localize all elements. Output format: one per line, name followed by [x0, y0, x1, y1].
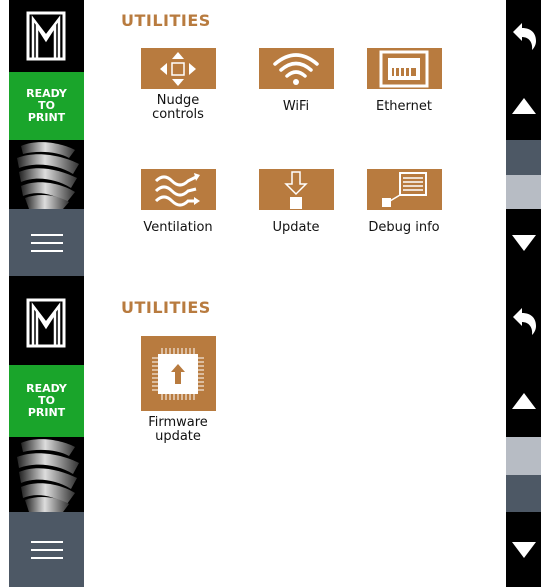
- debug-screen-icon: [382, 171, 427, 207]
- tile-icon-box: [258, 169, 334, 210]
- scroll-down-button[interactable]: [506, 512, 541, 587]
- tile-icon-box: [366, 169, 442, 210]
- menu-button[interactable]: [9, 512, 84, 587]
- print-thumbnail[interactable]: [9, 437, 84, 512]
- tile-ethernet[interactable]: Ethernet: [349, 48, 459, 114]
- air-waves-icon: [154, 172, 200, 206]
- logo-icon: [26, 11, 66, 61]
- scroll-down-button[interactable]: [506, 209, 541, 276]
- utilities-screen-1: READY TO PRINT UTILITIES Nudge controls …: [0, 0, 541, 276]
- triangle-up-icon: [511, 393, 536, 409]
- tile-update[interactable]: Update: [241, 169, 351, 235]
- hamburger-icon: [30, 540, 63, 559]
- logo: [9, 276, 84, 365]
- tile-label: Ethernet: [376, 99, 432, 114]
- wifi-icon: [273, 52, 319, 85]
- tile-icon-box: [258, 48, 334, 89]
- back-arrow-icon: [512, 23, 536, 50]
- nudge-arrows-icon: [160, 51, 196, 86]
- left-sidebar: READY TO PRINT: [9, 276, 84, 587]
- scroll-up-button[interactable]: [506, 72, 541, 140]
- ethernet-port-icon: [379, 50, 429, 87]
- triangle-down-icon: [511, 234, 536, 251]
- tile-label: Firmware update: [148, 415, 208, 444]
- tile-ventilation[interactable]: Ventilation: [123, 169, 233, 235]
- scrollbar-thumb[interactable]: [506, 437, 541, 475]
- right-nav: [506, 276, 541, 587]
- tile-nudge-controls[interactable]: Nudge controls: [123, 48, 233, 122]
- left-sidebar: READY TO PRINT: [9, 0, 84, 276]
- triangle-down-icon: [511, 541, 536, 558]
- right-nav: [506, 0, 541, 276]
- tile-label: Update: [272, 220, 320, 235]
- twisted-vase-icon: [17, 439, 79, 512]
- firmware-chip-icon: [152, 347, 204, 400]
- scroll-up-button[interactable]: [506, 365, 541, 437]
- download-update-icon: [284, 170, 308, 209]
- back-button[interactable]: [506, 0, 541, 72]
- tile-wifi[interactable]: WiFi: [241, 48, 351, 114]
- tile-label: Debug info: [368, 220, 440, 235]
- page-title: UTILITIES: [121, 298, 211, 317]
- logo-icon: [26, 298, 66, 348]
- menu-button[interactable]: [9, 209, 84, 276]
- tile-icon-box: [140, 169, 216, 210]
- scrollbar-thumb[interactable]: [506, 175, 541, 209]
- tile-firmware-update[interactable]: Firmware update: [123, 336, 233, 444]
- page-title: UTILITIES: [121, 11, 211, 30]
- tile-label: Nudge controls: [152, 93, 204, 122]
- hamburger-icon: [30, 233, 63, 252]
- twisted-vase-icon: [17, 142, 79, 209]
- triangle-up-icon: [511, 98, 536, 114]
- logo: [9, 0, 84, 72]
- utilities-screen-2: READY TO PRINT UTILITIES Firmware update: [0, 276, 541, 587]
- tile-icon-box: [366, 48, 442, 89]
- status-line-3: PRINT: [27, 111, 66, 124]
- scrollbar-track: [506, 475, 541, 512]
- tile-debug-info[interactable]: Debug info: [349, 169, 459, 235]
- tile-icon-box: [140, 48, 216, 89]
- status-line-3: PRINT: [27, 406, 66, 419]
- tile-label: WiFi: [282, 99, 310, 114]
- tile-icon-box: [140, 336, 216, 411]
- status-indicator: READY TO PRINT: [9, 365, 84, 437]
- back-button[interactable]: [506, 276, 541, 365]
- scrollbar-track: [506, 140, 541, 175]
- tile-label: Ventilation: [143, 220, 213, 235]
- status-indicator: READY TO PRINT: [9, 72, 84, 140]
- back-arrow-icon: [512, 307, 536, 335]
- print-thumbnail[interactable]: [9, 140, 84, 209]
